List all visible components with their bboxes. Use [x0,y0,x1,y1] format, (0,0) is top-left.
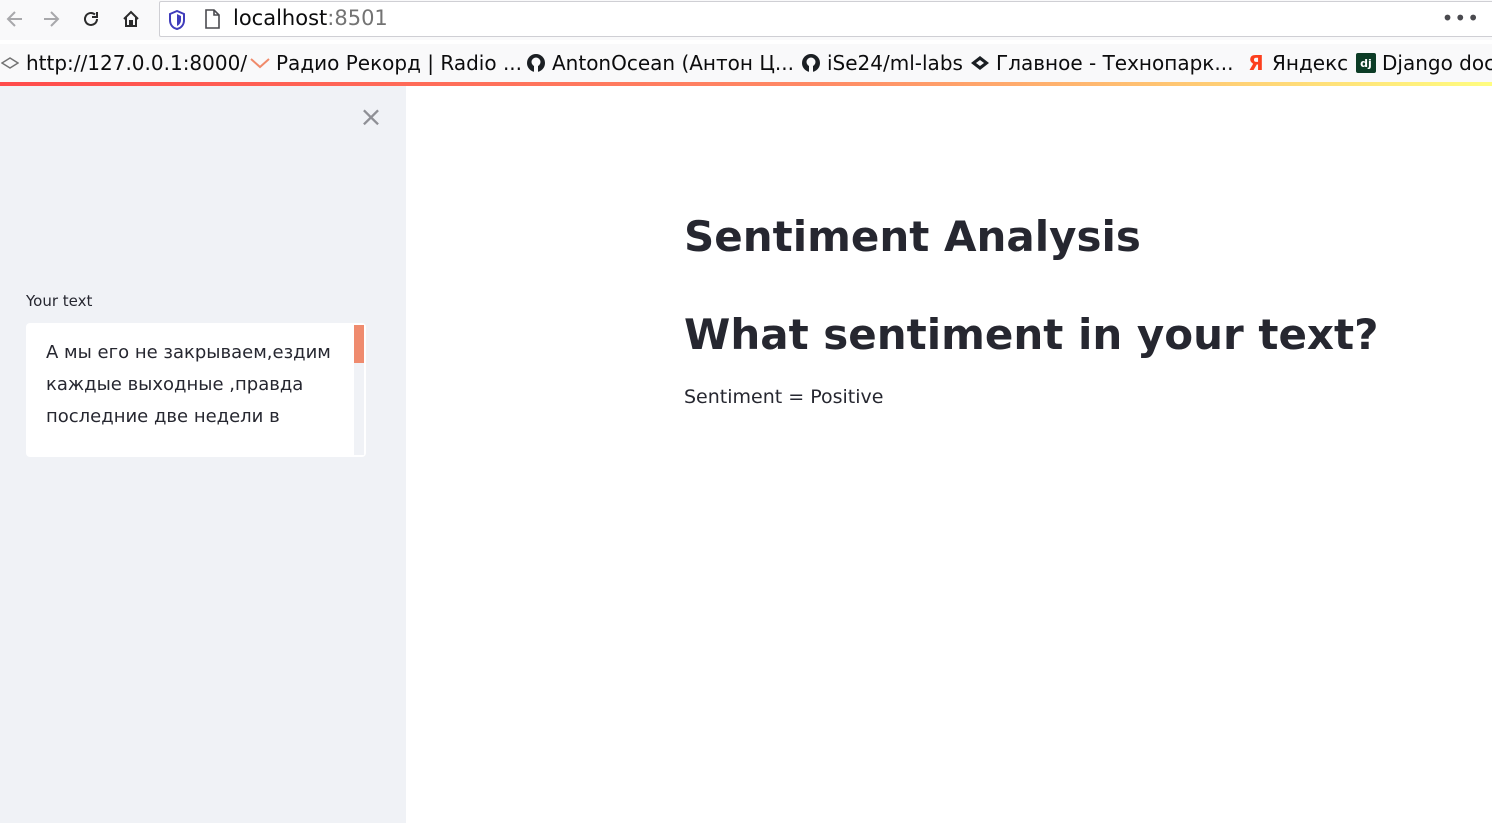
text-area-label: Your text [26,292,93,310]
scrollbar-thumb[interactable] [354,325,364,363]
home-icon [123,10,139,27]
radio-record-icon [250,53,270,73]
section-heading: What sentiment in your text? [684,310,1379,359]
close-icon[interactable]: × [358,103,384,131]
sidebar: × Your text А мы его не закрываем,ездим … [0,86,406,823]
github-icon [801,53,821,73]
address-bar[interactable]: localhost:8501 ••• [159,1,1492,37]
home-button[interactable] [116,4,146,34]
page-icon [205,9,220,29]
reload-button[interactable] [76,4,106,34]
url-host: localhost [233,6,328,30]
text-area-input[interactable]: А мы его не закрываем,ездим каждые выход… [26,323,366,457]
bookmark-label: Главное - Технопарк... [996,51,1234,75]
bookmarks-bar: http://127.0.0.1:8000/ Радио Рекорд | Ra… [0,44,1492,82]
globe-icon [0,53,20,73]
forward-arrow-icon [44,11,60,27]
browser-toolbar: localhost:8501 ••• [0,0,1492,40]
github-icon [526,53,546,73]
bookmark-label: iSe24/ml-labs [827,51,963,75]
back-arrow-icon [6,11,22,27]
bookmark-label: Радио Рекорд | Radio ... [276,51,523,75]
url-port: :8501 [327,6,388,30]
bookmark-yandex[interactable]: Я Яндекс [1246,50,1348,76]
bookmark-radio-record[interactable]: Радио Рекорд | Radio ... [250,50,522,76]
bookmark-localhost[interactable]: http://127.0.0.1:8000/ [0,50,247,76]
bookmark-label: Яндекс [1272,51,1349,75]
text-area-value[interactable]: А мы его не закрываем,ездим каждые выход… [46,337,346,433]
bookmark-ml-labs[interactable]: iSe24/ml-labs [801,50,963,76]
bookmark-django[interactable]: dj Django doc [1356,50,1492,76]
yandex-icon: Я [1248,51,1264,75]
bookmark-technopark[interactable]: Главное - Технопарк... [970,50,1233,76]
scrollbar[interactable] [354,325,364,455]
forward-button[interactable] [36,4,66,34]
page-title: Sentiment Analysis [684,212,1141,261]
bookmark-label: AntonOcean (Антон Ц... [552,51,794,75]
main-content: Sentiment Analysis What sentiment in you… [406,86,1492,823]
bookmark-label: Django doc [1382,51,1492,75]
technopark-icon [970,53,990,73]
url-text[interactable]: localhost:8501 [233,6,388,30]
reload-icon [84,11,98,26]
page-actions-menu[interactable]: ••• [1442,6,1480,30]
sentiment-result: Sentiment = Positive [684,386,884,408]
back-button[interactable] [0,4,30,34]
shield-icon[interactable] [168,10,186,30]
django-icon: dj [1356,53,1376,73]
bookmark-antonocean[interactable]: AntonOcean (Антон Ц... [526,50,794,76]
bookmark-label: http://127.0.0.1:8000/ [26,51,248,75]
